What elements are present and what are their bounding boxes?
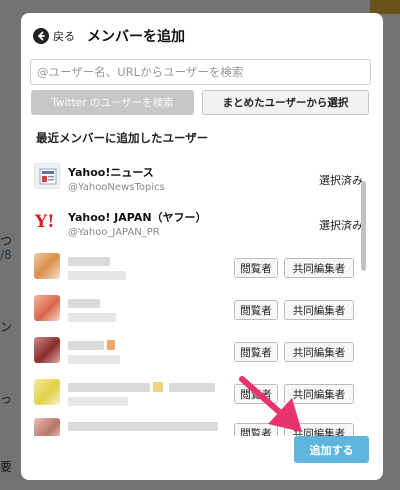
recent-members-heading: 最近メンバーに追加したユーザー — [36, 131, 209, 145]
selected-status: 選択済み — [319, 219, 363, 232]
redacted-handle — [68, 355, 120, 364]
redacted-name — [68, 383, 150, 392]
back-button[interactable]: 戻る — [33, 27, 75, 45]
user-handle: @Yahoo_JAPAN_PR — [68, 227, 160, 238]
list-item[interactable]: Y! Yahoo! JAPAN（ヤフー） @Yahoo_JAPAN_PR 選択済… — [21, 203, 371, 243]
viewer-role-button[interactable]: 閲覧者 — [234, 258, 278, 278]
viewer-role-button[interactable]: 閲覧者 — [234, 384, 278, 404]
selected-status: 選択済み — [319, 174, 363, 187]
viewer-role-button[interactable]: 閲覧者 — [234, 423, 278, 436]
avatar — [34, 418, 60, 436]
modal-title: メンバーを追加 — [87, 29, 185, 45]
redacted-handle — [68, 271, 126, 280]
list-item[interactable]: 閲覧者 共同編集者 — [21, 290, 371, 330]
list-item[interactable]: Yahoo!ニュース @YahooNewsTopics 選択済み — [21, 159, 371, 199]
redacted-name — [68, 341, 104, 350]
redacted-name — [169, 383, 215, 392]
modal-header: 戻る メンバーを追加 — [21, 13, 383, 59]
user-name: Yahoo! JAPAN（ヤフー） — [68, 211, 207, 224]
redacted-handle — [68, 313, 116, 322]
avatar — [34, 253, 60, 279]
viewer-role-button[interactable]: 閲覧者 — [234, 300, 278, 320]
redacted-name — [68, 422, 218, 431]
yahoo-logo-icon: Y! — [34, 208, 60, 234]
svg-text:Y!: Y! — [34, 212, 55, 232]
editor-role-button[interactable]: 共同編集者 — [284, 384, 354, 404]
news-paper-icon — [34, 163, 60, 189]
arrow-left-circle-icon — [33, 28, 49, 44]
twitter-search-button[interactable]: Twitter のユーザーを検索 — [31, 90, 194, 115]
list-item[interactable]: 閲覧者 共同編集者 — [21, 415, 371, 436]
editor-role-button[interactable]: 共同編集者 — [284, 300, 354, 320]
list-item[interactable]: 閲覧者 共同編集者 — [21, 374, 371, 414]
avatar — [34, 379, 60, 405]
user-search-input[interactable]: @ユーザー名、URLからユーザーを検索 — [30, 59, 371, 85]
redacted-name — [68, 299, 100, 308]
redacted-emoji — [107, 340, 115, 350]
redacted-handle — [68, 397, 128, 406]
list-item[interactable]: 閲覧者 共同編集者 — [21, 332, 371, 372]
editor-role-button[interactable]: 共同編集者 — [284, 342, 354, 362]
redacted-name — [68, 257, 110, 266]
avatar — [34, 295, 60, 321]
list-scrollbar-thumb[interactable] — [361, 181, 366, 271]
editor-role-button[interactable]: 共同編集者 — [284, 258, 354, 278]
redacted-emoji — [153, 382, 163, 392]
user-name: Yahoo!ニュース — [68, 166, 154, 179]
editor-role-button[interactable]: 共同編集者 — [284, 423, 354, 436]
add-button[interactable]: 追加する — [294, 436, 369, 463]
viewer-role-button[interactable]: 閲覧者 — [234, 342, 278, 362]
list-item[interactable]: 閲覧者 共同編集者 — [21, 248, 371, 288]
back-label: 戻る — [53, 30, 75, 43]
add-member-modal: 戻る メンバーを追加 @ユーザー名、URLからユーザーを検索 Twitter の… — [21, 13, 383, 480]
select-from-lists-button[interactable]: まとめたユーザーから選択 — [202, 90, 369, 115]
recent-member-list: Yahoo!ニュース @YahooNewsTopics 選択済み Y! Yaho… — [21, 153, 371, 436]
avatar — [34, 337, 60, 363]
user-handle: @YahooNewsTopics — [68, 182, 165, 193]
